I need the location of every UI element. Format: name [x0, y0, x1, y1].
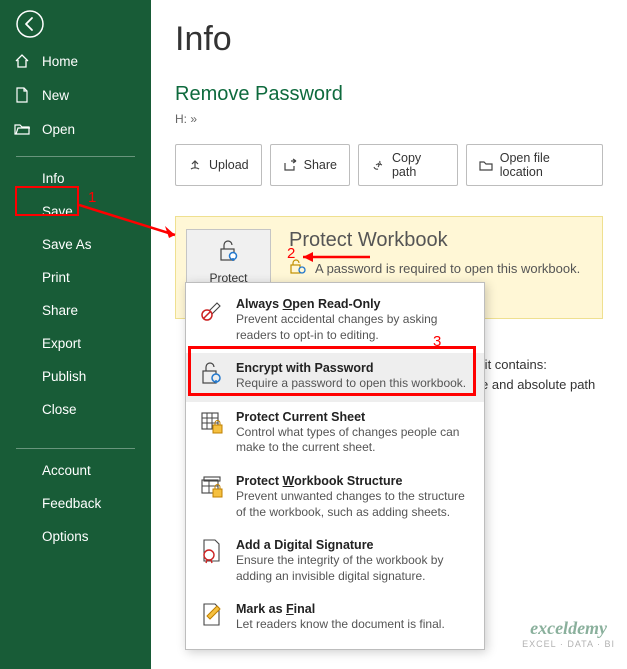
document-path: H: » [175, 112, 603, 126]
open-icon [14, 121, 30, 137]
pencil-prohibit-icon [198, 297, 226, 325]
page-title: Info [175, 20, 603, 59]
sidebar-item-export[interactable]: Export [0, 327, 151, 360]
dd-always-read-only[interactable]: Always Open Read-OnlyPrevent accidental … [186, 289, 484, 353]
dd-title: Encrypt with Password [236, 361, 472, 375]
lock-key-icon [216, 238, 242, 267]
separator [16, 156, 135, 157]
section-heading: Protect Workbook [289, 229, 580, 252]
button-label: Share [304, 158, 337, 172]
sidebar-item-publish[interactable]: Publish [0, 360, 151, 393]
sidebar-item-options[interactable]: Options [0, 520, 151, 553]
sidebar-item-feedback[interactable]: Feedback [0, 487, 151, 520]
protect-workbook-info: Protect Workbook A password is required … [289, 229, 580, 279]
dd-title: Mark as Final [236, 602, 472, 616]
dd-encrypt-password[interactable]: Encrypt with PasswordRequire a password … [186, 353, 484, 402]
folder-icon [479, 158, 493, 172]
sidebar-item-save-as[interactable]: Save As [0, 228, 151, 261]
copy-path-button[interactable]: Copy path [358, 144, 458, 186]
sidebar-item-label: Open [42, 122, 75, 137]
sidebar-item-print[interactable]: Print [0, 261, 151, 294]
button-label: Copy path [392, 151, 445, 179]
sidebar-item-label: Feedback [42, 496, 101, 511]
dd-title: Protect Current Sheet [236, 410, 472, 424]
dd-desc: Require a password to open this workbook… [236, 376, 472, 392]
protect-message: A password is required to open this work… [315, 261, 580, 276]
final-icon [198, 602, 226, 630]
signature-icon [198, 538, 226, 566]
dd-title: Add a Digital Signature [236, 538, 472, 552]
back-button[interactable] [10, 4, 50, 44]
document-name: Remove Password [175, 83, 603, 106]
background-text-fragment: hat it contains: ame and absolute path [463, 355, 623, 394]
sheet-lock-icon [198, 410, 226, 438]
upload-icon [188, 158, 202, 172]
protect-workbook-dropdown: Always Open Read-OnlyPrevent accidental … [185, 282, 485, 650]
sidebar-item-info[interactable]: Info [0, 162, 151, 195]
dd-title: Protect Workbook Structure [236, 474, 472, 488]
share-icon [283, 158, 297, 172]
dd-desc: Ensure the integrity of the workbook by … [236, 553, 472, 584]
dd-digital-signature[interactable]: Add a Digital SignatureEnsure the integr… [186, 530, 484, 594]
info-button-row: Upload Share Copy path Open file locatio… [175, 144, 603, 186]
workbook-lock-icon [198, 474, 226, 502]
copy-icon [371, 158, 385, 172]
home-icon [14, 53, 30, 69]
dd-desc: Prevent accidental changes by asking rea… [236, 312, 472, 343]
dd-desc: Prevent unwanted changes to the structur… [236, 489, 472, 520]
sidebar-item-label: Account [42, 463, 91, 478]
separator [16, 448, 135, 449]
sidebar-item-label: Export [42, 336, 81, 351]
dd-protect-structure[interactable]: Protect Workbook StructurePrevent unwant… [186, 466, 484, 530]
dd-title: Always Open Read-Only [236, 297, 472, 311]
dd-desc: Let readers know the document is final. [236, 617, 472, 633]
sidebar-item-account[interactable]: Account [0, 454, 151, 487]
sidebar-item-close[interactable]: Close [0, 393, 151, 426]
sidebar-item-label: Home [42, 54, 78, 69]
button-label: Upload [209, 158, 249, 172]
sidebar-item-save[interactable]: Save [0, 195, 151, 228]
sidebar-item-new[interactable]: New [0, 78, 151, 112]
backstage-sidebar: Home New Open Info Save Save As Print Sh… [0, 0, 151, 669]
sidebar-item-label: Options [42, 529, 89, 544]
lock-key-icon [198, 361, 226, 389]
share-button[interactable]: Share [270, 144, 350, 186]
open-location-button[interactable]: Open file location [466, 144, 603, 186]
sidebar-item-label: Close [42, 402, 77, 417]
button-label: Open file location [500, 151, 590, 179]
dd-mark-final[interactable]: Mark as FinalLet readers know the docume… [186, 594, 484, 643]
sidebar-item-label: Print [42, 270, 70, 285]
dd-desc: Control what types of changes people can… [236, 425, 472, 456]
sidebar-item-home[interactable]: Home [0, 44, 151, 78]
dd-protect-sheet[interactable]: Protect Current SheetControl what types … [186, 402, 484, 466]
lock-user-icon [289, 258, 307, 279]
sidebar-item-label: Info [42, 171, 65, 186]
sidebar-item-label: Share [42, 303, 78, 318]
new-icon [14, 87, 30, 103]
sidebar-item-label: New [42, 88, 69, 103]
sidebar-item-label: Publish [42, 369, 86, 384]
upload-button[interactable]: Upload [175, 144, 262, 186]
sidebar-item-share[interactable]: Share [0, 294, 151, 327]
sidebar-item-label: Save As [42, 237, 92, 252]
sidebar-item-label: Save [42, 204, 73, 219]
sidebar-item-open[interactable]: Open [0, 112, 151, 146]
